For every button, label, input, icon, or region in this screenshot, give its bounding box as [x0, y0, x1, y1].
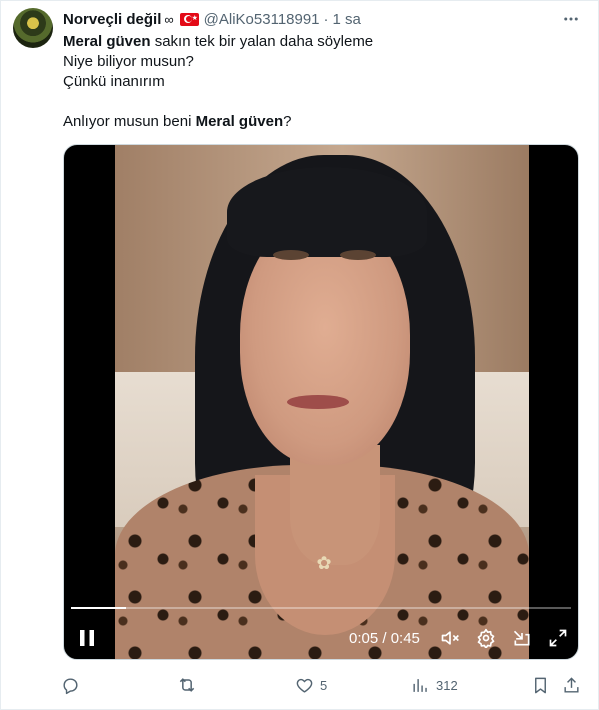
tweet-actions: 5 312	[61, 671, 591, 699]
tweet-card[interactable]: Norveçli değil ∞ ★ @AliKo53118991 · 1 sa…	[0, 0, 599, 710]
fullscreen-icon	[549, 629, 567, 647]
video-progress-bar[interactable]	[71, 607, 571, 609]
tweet-header: Norveçli değil ∞ ★ @AliKo53118991 · 1 sa	[63, 9, 361, 29]
more-dots-icon	[564, 17, 578, 21]
infinity-badge: ∞	[164, 11, 174, 27]
heart-icon	[296, 678, 313, 693]
mute-icon	[441, 631, 459, 645]
fullscreen-button[interactable]	[545, 623, 571, 653]
avatar[interactable]	[13, 8, 53, 48]
like-count: 5	[320, 677, 328, 693]
more-options-button[interactable]	[560, 9, 582, 29]
pause-icon	[80, 630, 94, 646]
tweet-text-line: Meral güven sakın tek bir yalan daha söy…	[63, 33, 374, 50]
views-button[interactable]: 312	[411, 671, 458, 699]
retweet-button[interactable]	[177, 671, 203, 699]
tweet-text-line: Çünkü inanırım	[63, 73, 165, 90]
settings-button[interactable]	[473, 623, 499, 653]
pause-button[interactable]	[76, 623, 98, 653]
video-player[interactable]: ✿ 0:05 / 0:45	[63, 144, 579, 660]
bookmark-button[interactable]	[531, 671, 550, 699]
settings-icon	[477, 628, 495, 648]
minimize-player-button[interactable]	[509, 623, 535, 653]
tweet-timestamp[interactable]: 1 sa	[333, 11, 361, 28]
author-name[interactable]: Norveçli değil	[63, 11, 161, 28]
reply-button[interactable]	[61, 671, 86, 699]
mute-button[interactable]	[437, 623, 463, 653]
reply-icon	[63, 677, 78, 694]
tweet-text: Meral güven sakın tek bir yalan daha söy…	[63, 32, 583, 132]
turkey-flag-icon: ★	[179, 12, 199, 26]
tweet-text-line	[63, 92, 583, 112]
separator-dot: ·	[323, 10, 329, 28]
author-handle[interactable]: @AliKo53118991	[204, 11, 320, 28]
views-chart-icon	[413, 678, 427, 692]
tweet-text-line: Anlıyor musun beni Meral güven?	[63, 113, 292, 130]
video-controls: 0:05 / 0:45	[64, 623, 578, 653]
mention-text: Meral güven	[63, 33, 151, 50]
video-timecode: 0:05 / 0:45	[349, 629, 420, 647]
minimize-player-icon	[513, 630, 530, 646]
tweet-text-line: Niye biliyor musun?	[63, 53, 194, 70]
share-button[interactable]	[562, 671, 581, 699]
like-button[interactable]: 5	[295, 671, 327, 699]
retweet-icon	[179, 678, 195, 692]
video-frame[interactable]: ✿	[115, 145, 529, 659]
share-icon	[564, 676, 579, 693]
view-count: 312	[436, 677, 458, 693]
bookmark-icon	[535, 677, 546, 693]
video-progress-fill	[71, 607, 126, 609]
mention-text: Meral güven	[195, 113, 284, 130]
